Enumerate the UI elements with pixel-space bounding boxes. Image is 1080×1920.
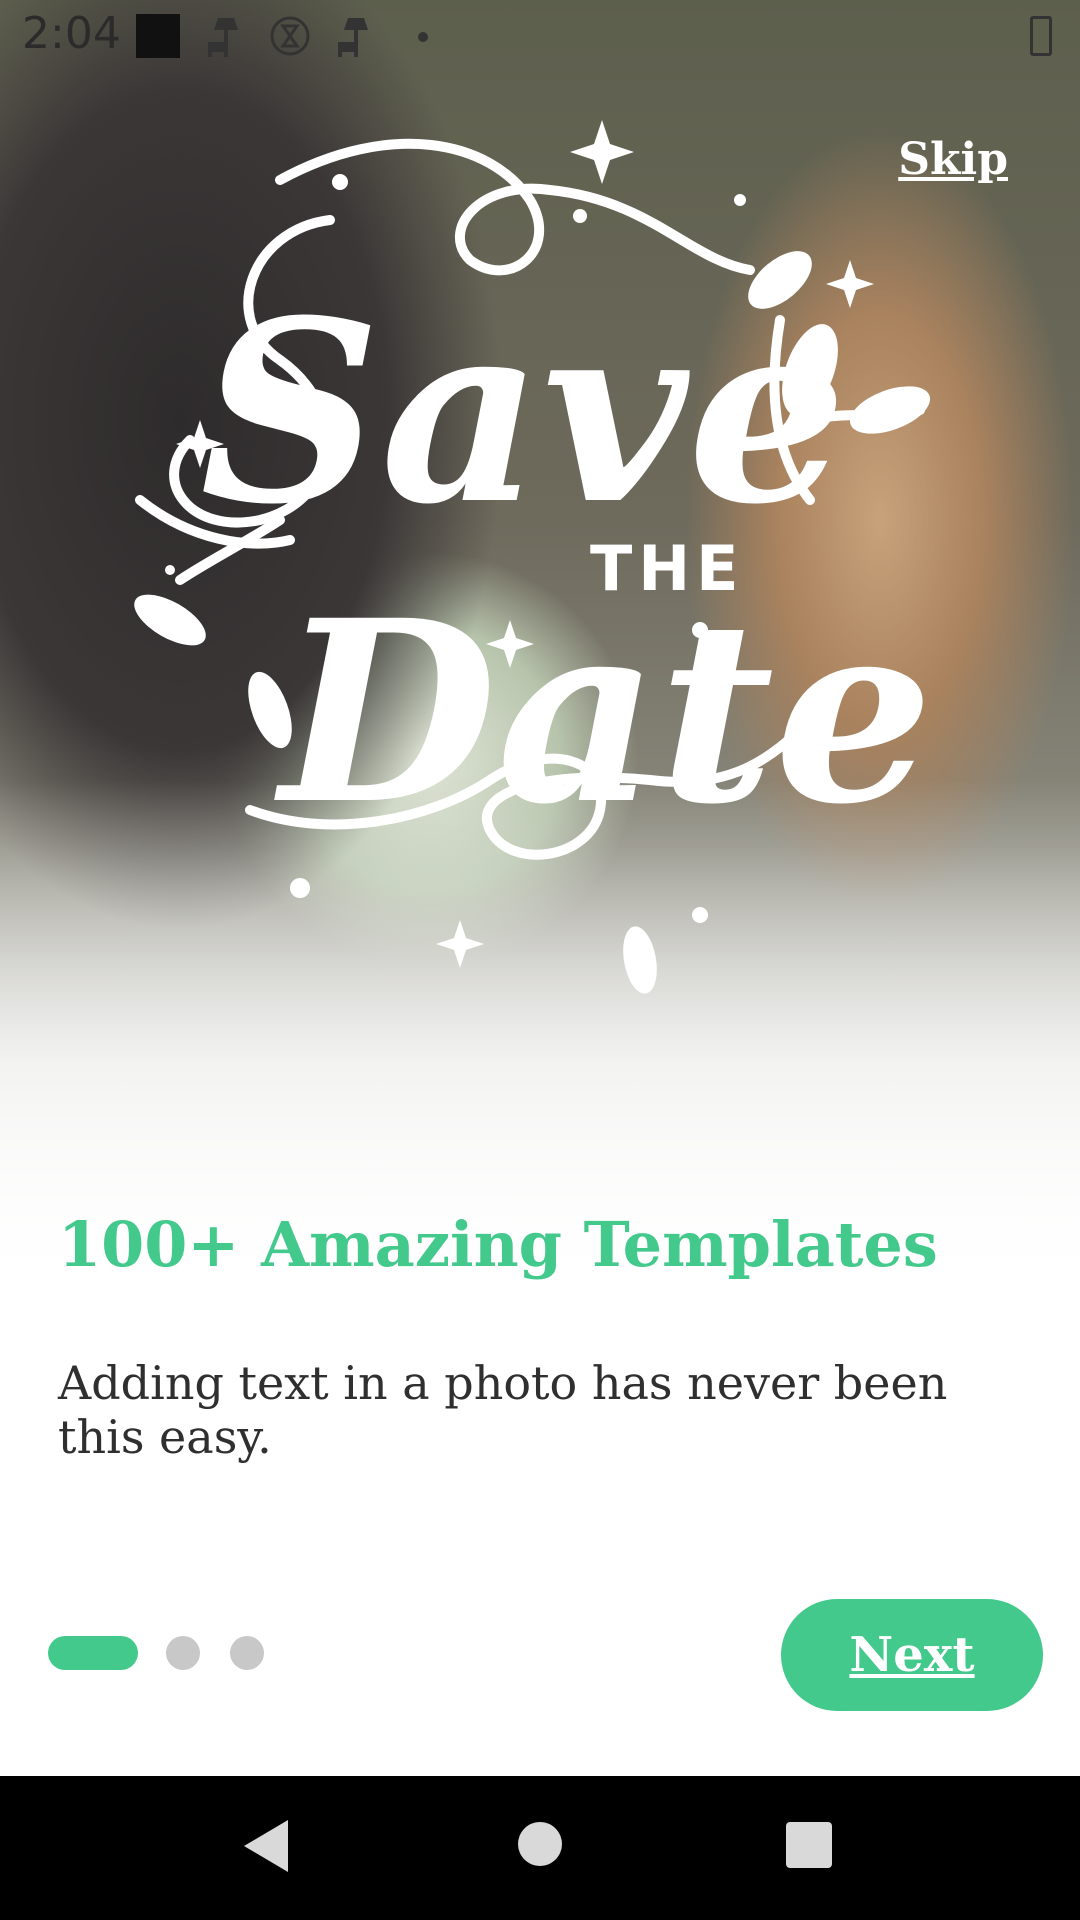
svg-text:Date: Date	[274, 565, 933, 859]
next-button[interactable]: Next	[781, 1599, 1043, 1711]
save-the-date-logo: Save THE Date	[134, 120, 933, 994]
back-icon[interactable]	[244, 1820, 288, 1872]
page-dot	[166, 1636, 200, 1670]
page-dot	[230, 1636, 264, 1670]
svg-text:Save: Save	[200, 265, 847, 559]
skip-button[interactable]: Skip	[898, 134, 1008, 185]
square-icon	[136, 14, 180, 58]
system-nav-bar	[0, 1776, 1080, 1920]
home-icon[interactable]	[518, 1822, 562, 1866]
hourglass-icon	[270, 16, 310, 56]
battery-icon	[1030, 16, 1052, 56]
recents-icon[interactable]	[786, 1822, 832, 1868]
status-time: 2:04	[22, 8, 121, 59]
onboarding-title: 100+ Amazing Templates	[58, 1208, 938, 1281]
lamp-icon	[208, 18, 238, 57]
onboarding-description: Adding text in a photo has never been th…	[58, 1356, 948, 1464]
status-bar: 2:04	[0, 0, 1080, 72]
lamp-icon	[338, 18, 368, 57]
notification-dot-icon	[418, 32, 428, 42]
page-dot-active	[48, 1636, 138, 1670]
